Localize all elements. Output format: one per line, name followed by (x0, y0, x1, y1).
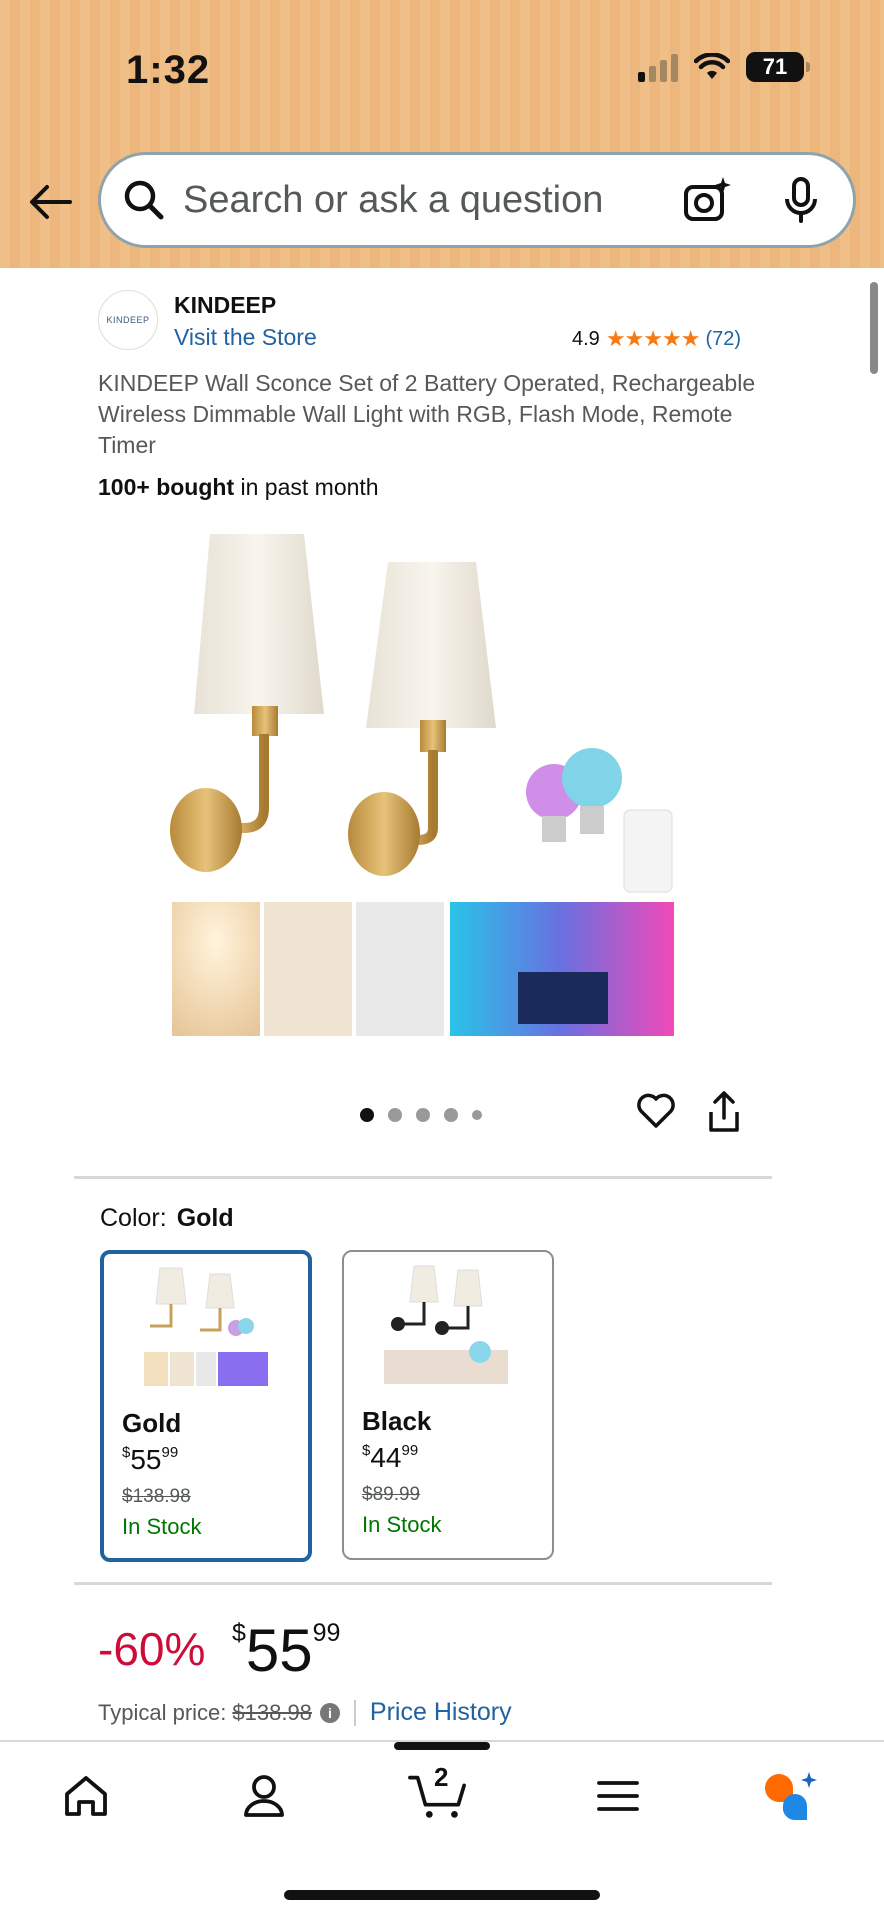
discount-percentage: -60% (98, 1623, 206, 1675)
visit-store-link[interactable]: Visit the Store (174, 324, 317, 351)
color-label-text: Color: (100, 1204, 167, 1232)
home-icon (65, 1776, 107, 1816)
nav-account-button[interactable] (234, 1766, 294, 1826)
search-icon (124, 180, 164, 220)
variant-list-price: $89.99 (362, 1484, 421, 1505)
share-button[interactable] (706, 1090, 750, 1138)
image-carousel-indicator[interactable] (360, 1108, 482, 1122)
color-option-gold[interactable]: Gold $5599 $138.98 In Stock (100, 1250, 312, 1562)
scrollbar[interactable] (870, 282, 878, 374)
variant-thumbnail (384, 1265, 508, 1384)
brand-logo-text: KINDEEP (106, 315, 150, 325)
ai-assistant-icon (765, 1772, 817, 1821)
variant-stock-status: In Stock (362, 1512, 442, 1537)
add-to-list-button[interactable] (636, 1092, 680, 1136)
price-history-link[interactable]: Price History (370, 1698, 512, 1727)
product-image[interactable] (170, 528, 676, 1038)
star-rating-icon: ★★★★★ (605, 326, 701, 351)
brand-name: KINDEEP (174, 292, 277, 318)
carousel-dot[interactable] (472, 1110, 482, 1120)
bought-suffix: in past month (234, 474, 379, 500)
bought-in-past-month: 100+ bought in past month (98, 474, 379, 501)
status-icons: 71 (638, 52, 810, 82)
typical-price-row: Typical price: $138.98 i Price History (98, 1698, 512, 1727)
home-indicator[interactable] (284, 1890, 600, 1900)
product-title: KINDEEP Wall Sconce Set of 2 Battery Ope… (98, 370, 756, 458)
nav-home-button[interactable] (56, 1766, 116, 1826)
variant-price: $4499 (362, 1442, 419, 1473)
wifi-icon (694, 53, 730, 79)
heart-icon (637, 1093, 675, 1128)
rating-value: 4.9 (572, 327, 600, 350)
carousel-dot[interactable] (444, 1108, 458, 1122)
variant-name: Gold (122, 1408, 182, 1438)
typical-price-value: $138.98 (232, 1699, 312, 1725)
rating-count[interactable]: (72) (705, 328, 741, 351)
back-arrow-icon (30, 185, 72, 219)
divider (74, 1176, 772, 1179)
color-selector-label: Color: Gold (100, 1204, 234, 1233)
rating-summary[interactable]: 4.9 ★★★★★ (72) (572, 326, 741, 352)
color-option-black[interactable]: Black $4499 $89.99 In Stock (342, 1250, 554, 1560)
cart-count-badge: 2 (434, 1762, 449, 1792)
variant-stock-status: In Stock (122, 1514, 202, 1539)
microphone-icon (785, 177, 817, 223)
typical-price-label: Typical price: (98, 1699, 227, 1725)
carousel-dot[interactable] (416, 1108, 430, 1122)
variant-thumbnail (144, 1267, 268, 1386)
current-price: $5599 (232, 1617, 341, 1684)
menu-icon (597, 1781, 639, 1811)
voice-search-button[interactable] (771, 170, 831, 230)
separator (353, 1699, 356, 1726)
signal-icon (638, 52, 678, 82)
color-selected-value: Gold (176, 1204, 234, 1232)
back-button[interactable] (24, 176, 76, 228)
divider (74, 1582, 772, 1585)
info-icon[interactable]: i (319, 1702, 340, 1723)
search-input[interactable]: Search or ask a question (98, 152, 856, 248)
bought-count: 100+ bought (98, 474, 235, 500)
variant-price: $5599 (122, 1444, 179, 1475)
carousel-dot[interactable] (388, 1108, 402, 1122)
status-time: 1:32 (126, 48, 211, 92)
nav-rufus-assistant-button[interactable] (760, 1766, 820, 1826)
variant-name: Black (362, 1406, 432, 1436)
camera-search-button[interactable] (677, 170, 737, 230)
variant-list-price: $138.98 (122, 1486, 191, 1507)
battery-icon: 71 (746, 52, 810, 82)
carousel-dot[interactable] (360, 1108, 374, 1122)
user-icon (244, 1775, 284, 1817)
share-icon (709, 1091, 739, 1132)
search-placeholder: Search or ask a question (183, 178, 604, 221)
nav-menu-button[interactable] (588, 1766, 648, 1826)
camera-sparkle-icon (684, 177, 731, 221)
brand-logo[interactable]: KINDEEP (98, 290, 158, 350)
sheet-handle[interactable] (394, 1742, 490, 1750)
